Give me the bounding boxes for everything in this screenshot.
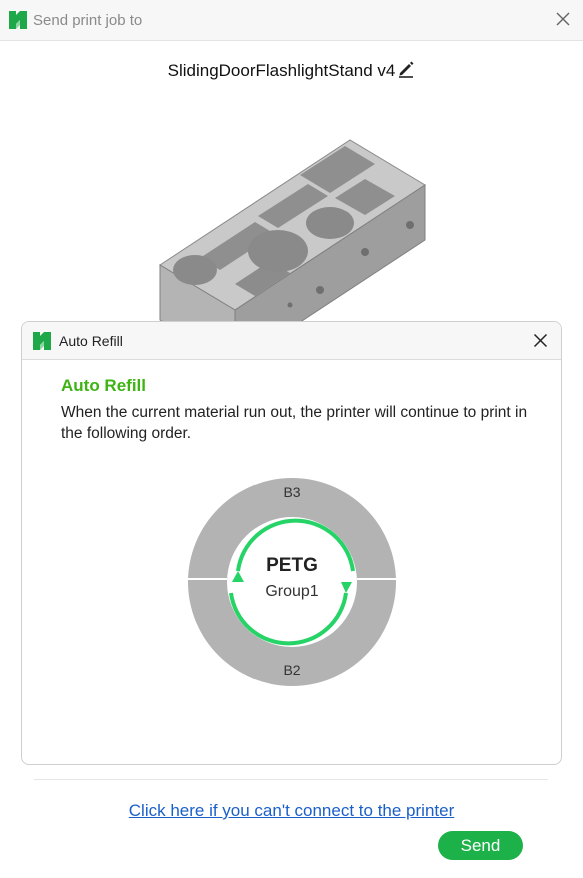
app-logo-icon xyxy=(33,331,51,350)
group-name: Group1 xyxy=(265,583,319,600)
edit-pencil-icon[interactable] xyxy=(397,60,415,78)
app-logo-icon xyxy=(9,11,27,29)
job-name: SlidingDoorFlashlightStand v4 xyxy=(167,61,396,80)
auto-refill-dialog: Auto Refill Auto Refill When the current… xyxy=(21,321,562,765)
model-preview xyxy=(159,139,426,325)
slot-top-label: B3 xyxy=(283,484,301,500)
job-name-row: SlidingDoorFlashlightStand v4 xyxy=(0,60,583,81)
auto-refill-heading: Auto Refill xyxy=(61,376,146,395)
footer-divider xyxy=(34,779,548,780)
refill-order-ring xyxy=(188,478,396,686)
close-icon[interactable] xyxy=(555,11,571,27)
dialog-title: Auto Refill xyxy=(59,332,123,349)
window-title: Send print job to xyxy=(33,11,143,29)
dialog-titlebar: Auto Refill xyxy=(22,322,561,360)
material-type: PETG xyxy=(266,555,318,576)
close-icon[interactable] xyxy=(533,333,548,348)
window-titlebar: Send print job to xyxy=(0,0,583,41)
slot-bottom-label: B2 xyxy=(283,662,301,678)
cannot-connect-link[interactable]: Click here if you can't connect to the p… xyxy=(0,801,583,821)
auto-refill-description: When the current material run out, the p… xyxy=(61,404,528,442)
send-button[interactable]: Send xyxy=(438,831,523,860)
